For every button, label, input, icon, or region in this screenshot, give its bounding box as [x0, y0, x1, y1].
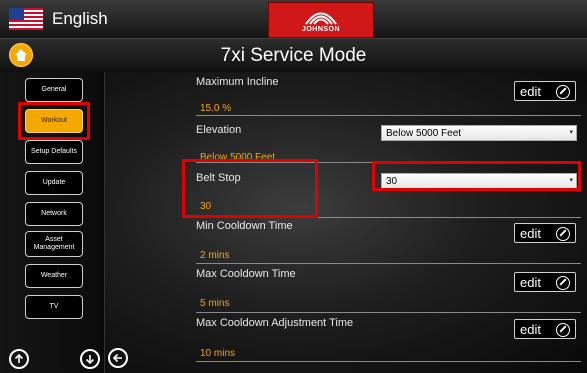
edit-maximum-incline-button[interactable]: edit	[514, 81, 576, 101]
arrow-down-icon	[85, 355, 95, 365]
setting-label: Elevation	[196, 124, 242, 136]
belt-stop-dropdown-highlight-box	[372, 161, 581, 191]
setting-label: Maximum Incline	[196, 76, 279, 88]
sidebar-item-update[interactable]: Update	[25, 171, 83, 195]
row-divider	[196, 312, 581, 313]
title-bar: 7xi Service Mode	[0, 39, 587, 73]
sidebar-item-tv[interactable]: TV	[25, 295, 83, 319]
pencil-circle-icon	[556, 276, 570, 290]
brand-logo: JOHNSON	[268, 2, 374, 38]
setting-value: 2 mins	[200, 250, 230, 261]
edit-max-cooldown-adjustment-button[interactable]: edit	[514, 319, 576, 339]
chevron-down-icon: ▾	[569, 129, 573, 136]
arrow-left-icon	[112, 353, 122, 363]
page-title: 7xi Service Mode	[220, 45, 367, 66]
brand-name: JOHNSON	[301, 26, 341, 33]
setting-label: Max Cooldown Time	[196, 268, 296, 280]
setting-maximum-incline: Maximum Incline 15.0 % edit	[196, 76, 581, 116]
setting-value: 5 mins	[200, 298, 230, 309]
us-flag-icon[interactable]	[9, 8, 43, 30]
scroll-down-button[interactable]	[80, 349, 100, 369]
row-divider	[196, 361, 581, 362]
sidebar-item-general[interactable]: General	[25, 78, 83, 102]
settings-panel: Maximum Incline 15.0 % edit Elevation Be…	[105, 72, 587, 373]
sidebar-item-setup-defaults[interactable]: Setup Defaults	[25, 140, 83, 164]
setting-min-cooldown-time: Min Cooldown Time 2 mins edit	[196, 220, 581, 264]
setting-value: 15.0 %	[200, 103, 232, 114]
row-divider	[196, 263, 581, 264]
johnson-logo-icon	[305, 12, 337, 25]
pencil-circle-icon	[556, 85, 570, 99]
top-bar: English JOHNSON	[0, 0, 587, 39]
back-button[interactable]	[108, 348, 128, 368]
edit-max-cooldown-button[interactable]: edit	[514, 272, 576, 292]
sidebar: General Workout Setup Defaults Update Ne…	[0, 72, 105, 373]
setting-max-cooldown-adjustment-time: Max Cooldown Adjustment Time 10 mins edi…	[196, 317, 581, 362]
sidebar-item-weather[interactable]: Weather	[25, 264, 83, 288]
setting-elevation: Elevation Below 5000 Feet Below 5000 Fee…	[196, 124, 581, 164]
setting-label: Min Cooldown Time	[196, 220, 293, 232]
elevation-dropdown[interactable]: Below 5000 Feet ▾	[381, 125, 577, 141]
language-label[interactable]: English	[52, 9, 108, 29]
setting-value: 10 mins	[200, 348, 236, 359]
pencil-circle-icon	[556, 227, 570, 241]
row-divider	[196, 115, 581, 116]
arrow-up-icon	[14, 353, 24, 363]
belt-stop-highlight-box	[182, 159, 318, 218]
setting-max-cooldown-time: Max Cooldown Time 5 mins edit	[196, 268, 581, 313]
setting-label: Max Cooldown Adjustment Time	[196, 317, 354, 329]
sidebar-item-asset-management[interactable]: Asset Management	[25, 231, 83, 257]
edit-min-cooldown-button[interactable]: edit	[514, 223, 576, 243]
pencil-circle-icon	[556, 323, 570, 337]
sidebar-item-network[interactable]: Network	[25, 202, 83, 226]
workout-highlight-box	[18, 102, 90, 140]
scroll-up-button[interactable]	[9, 349, 29, 369]
